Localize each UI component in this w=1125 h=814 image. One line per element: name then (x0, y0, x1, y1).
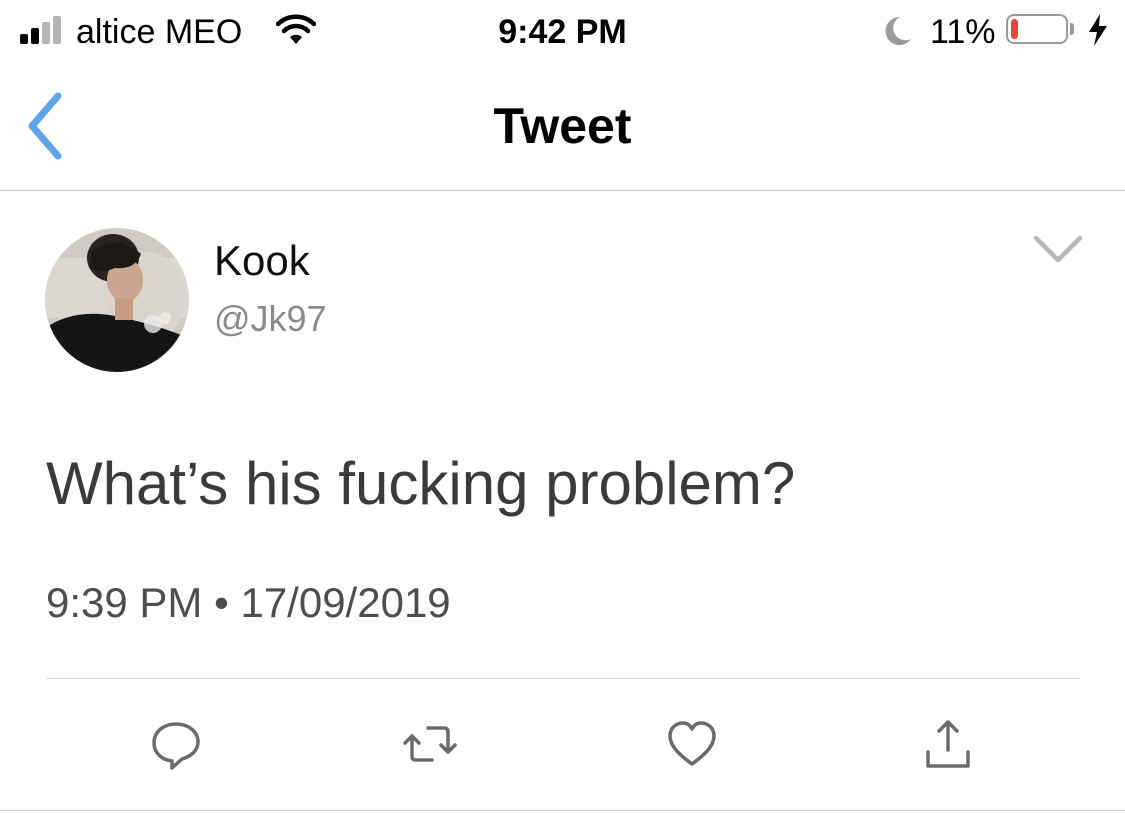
nav-bar: Tweet (0, 64, 1125, 191)
moon-icon (885, 16, 911, 45)
share-icon[interactable] (920, 716, 976, 772)
chevron-down-icon[interactable] (1030, 228, 1086, 270)
battery-percent: 11% (930, 13, 996, 51)
divider (46, 678, 1080, 679)
page-title: Tweet (493, 98, 632, 154)
tweet-text: What’s his fucking problem? (46, 450, 796, 517)
retweet-icon[interactable] (402, 716, 458, 772)
charging-bolt-icon (1089, 14, 1107, 46)
battery-level-fill (1011, 19, 1018, 39)
author-handle[interactable]: @Jk97 (214, 298, 327, 340)
author-name[interactable]: Kook (214, 236, 310, 286)
tweet-timestamp: 9:39 PM • 17/09/2019 (46, 579, 451, 626)
battery-icon (1006, 14, 1068, 44)
reply-icon[interactable] (148, 716, 204, 772)
avatar[interactable] (45, 228, 189, 372)
heart-icon[interactable] (664, 716, 720, 772)
bottom-divider (0, 810, 1125, 811)
battery-cap (1070, 23, 1074, 35)
status-bar: altice MEO 9:42 PM 11% (0, 0, 1125, 64)
